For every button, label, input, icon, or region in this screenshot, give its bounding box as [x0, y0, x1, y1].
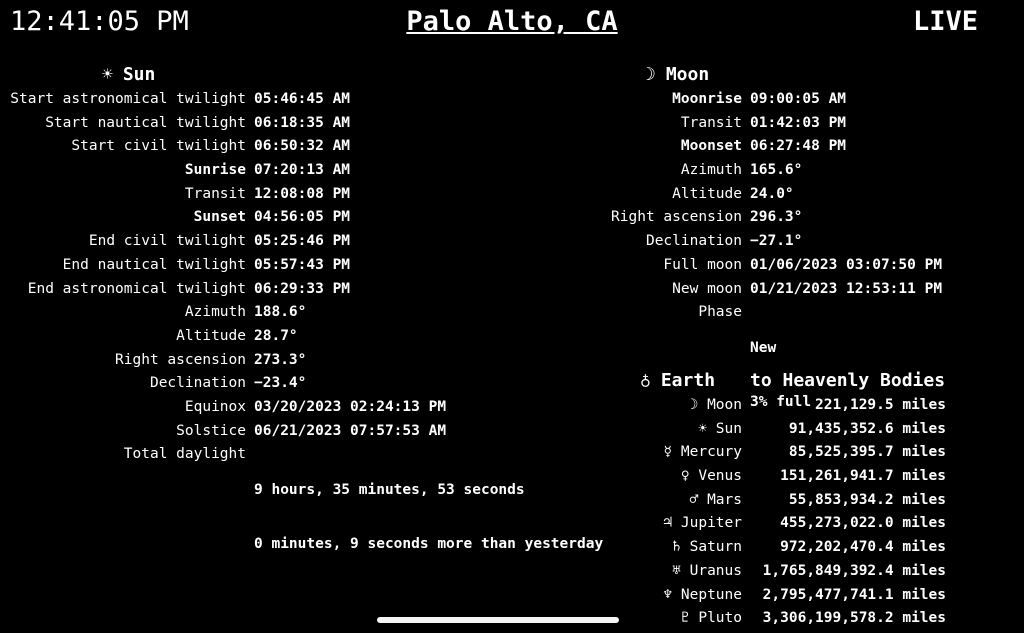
- moon-row-label: Declination: [645, 233, 742, 250]
- body-label: ♆ Neptune: [0, 586, 750, 604]
- moon-table: Moonrise 09:00:05 AM Transit 01:42:03 PM M…: [0, 90, 942, 447]
- body-label: ♃ Jupiter: [0, 514, 750, 532]
- moon-row-value: 296.3°: [750, 209, 803, 226]
- jupiter-symbol-icon: ♃: [663, 515, 673, 532]
- moon-row: New moon 01/21/2023 12:53:11 PM: [0, 280, 942, 304]
- moon-row-value: 165.6°: [750, 162, 803, 179]
- body-name: Uranus: [689, 562, 742, 579]
- moon-title: Moon: [665, 64, 710, 85]
- moon-row-label: Right ascension: [611, 209, 742, 226]
- body-distance: 972,202,470.4 miles: [780, 539, 946, 556]
- moon-heading: ☽ Moon: [645, 63, 709, 87]
- mercury-symbol-icon: ☿: [663, 444, 673, 461]
- distance-row: ♅ Uranus 1,765,849,392.4 miles: [0, 562, 946, 586]
- moon-icon: ☽: [645, 64, 656, 85]
- body-distance: 455,273,022.0 miles: [780, 515, 946, 532]
- moon-row-label: Azimuth: [680, 162, 742, 179]
- body-label: ♀ Venus: [0, 467, 750, 485]
- distance-row: ☽ Moon 221,129.5 miles: [0, 396, 946, 420]
- uranus-symbol-icon: ♅: [672, 562, 681, 579]
- moon-row-value: 06:27:48 PM: [750, 138, 847, 155]
- earth-heading: ♁ Earth: [640, 369, 715, 393]
- moon-row: Moonset 06:27:48 PM: [0, 137, 942, 161]
- moon-row: Transit 01:42:03 PM: [0, 114, 942, 138]
- sun-icon: ☀: [102, 64, 113, 85]
- moon-row-value: −27.1°: [750, 233, 803, 250]
- phase-label: Phase: [698, 304, 742, 321]
- moon-row-value: 01/21/2023 12:53:11 PM: [750, 280, 943, 297]
- body-distance: 1,765,849,392.4 miles: [762, 562, 946, 579]
- distance-row: ☿ Mercury 85,525,395.7 miles: [0, 443, 946, 467]
- moon-row-value: 01:42:03 PM: [750, 114, 847, 131]
- body-label: ☽ Moon: [0, 396, 750, 414]
- body-distance: 85,525,395.7 miles: [788, 444, 946, 461]
- body-distance: 55,853,934.2 miles: [788, 491, 946, 508]
- body-name: Sun: [715, 420, 742, 437]
- distance-row: ♆ Neptune 2,795,477,741.1 miles: [0, 586, 946, 610]
- body-distance: 91,435,352.6 miles: [788, 420, 946, 437]
- venus-symbol-icon: ♀: [680, 468, 690, 485]
- body-label: ♅ Uranus: [0, 562, 750, 580]
- moon-row-value: 24.0°: [750, 185, 794, 202]
- location-title[interactable]: Palo Alto, CA: [0, 4, 1024, 40]
- body-name: Mercury: [680, 444, 742, 461]
- sun-heading: ☀ Sun: [102, 63, 155, 87]
- body-distance: 2,795,477,741.1 miles: [762, 586, 946, 603]
- moon-row-label: Altitude: [672, 185, 742, 202]
- live-status: LIVE: [912, 6, 978, 37]
- body-name: Mars: [707, 491, 742, 508]
- moon-symbol-icon: ☽: [689, 397, 699, 413]
- distance-table: ☽ Moon 221,129.5 miles ☀ Sun 91,435,352.6 …: [0, 396, 946, 633]
- moon-row: Altitude 24.0°: [0, 185, 942, 209]
- moon-row-label: Transit: [680, 114, 742, 131]
- moon-row: Azimuth 165.6°: [0, 161, 942, 185]
- sun-symbol-icon: ☀: [698, 420, 708, 437]
- body-name: Jupiter: [680, 515, 742, 532]
- saturn-symbol-icon: ♄: [672, 539, 681, 556]
- body-name: Moon: [707, 397, 742, 413]
- body-label: ☀ Sun: [0, 420, 750, 438]
- distance-row: ♄ Saturn 972,202,470.4 miles: [0, 538, 946, 562]
- pluto-symbol-icon: ♇: [680, 610, 690, 627]
- body-name: Venus: [698, 468, 742, 485]
- distance-row: ☀ Sun 91,435,352.6 miles: [0, 420, 946, 444]
- moon-row: Right ascension 296.3°: [0, 208, 942, 232]
- moon-row-value: 01/06/2023 03:07:50 PM: [750, 256, 943, 273]
- body-label: ♄ Saturn: [0, 538, 750, 556]
- moon-row: Full moon 01/06/2023 03:07:50 PM: [0, 256, 942, 280]
- earth-subtitle: to Heavenly Bodies: [750, 370, 946, 391]
- location-name[interactable]: Palo Alto, CA: [406, 6, 617, 37]
- home-indicator[interactable]: [377, 617, 619, 623]
- mars-symbol-icon: ♂: [689, 491, 699, 508]
- moon-row: Moonrise 09:00:05 AM: [0, 90, 942, 114]
- neptune-symbol-icon: ♆: [663, 586, 673, 603]
- earth-title: Earth: [660, 370, 716, 391]
- body-distance: 151,261,941.7 miles: [780, 468, 946, 485]
- moon-row: Declination −27.1°: [0, 232, 942, 256]
- earth-icon: ♁: [640, 370, 651, 391]
- moon-row-label: Moonrise: [672, 91, 742, 107]
- body-distance: 3,306,199,578.2 miles: [762, 610, 946, 627]
- moon-row-label: Full moon: [663, 256, 742, 273]
- phase-name: New: [750, 340, 777, 357]
- distance-row: ♃ Jupiter 455,273,022.0 miles: [0, 514, 946, 538]
- body-name: Pluto: [698, 610, 742, 627]
- body-name: Neptune: [680, 586, 742, 603]
- distance-row: ♂ Mars 55,853,934.2 miles: [0, 491, 946, 515]
- moon-row-value: 09:00:05 AM: [750, 91, 847, 107]
- moon-row-label: New moon: [672, 280, 742, 297]
- distance-row: ♀ Venus 151,261,941.7 miles: [0, 467, 946, 491]
- body-label: ☿ Mercury: [0, 443, 750, 461]
- moon-row-label: Moonset: [680, 138, 742, 155]
- body-name: Saturn: [689, 539, 742, 556]
- sun-title: Sun: [122, 64, 156, 85]
- body-distance: 221,129.5 miles: [815, 397, 946, 413]
- body-label: ♂ Mars: [0, 491, 750, 509]
- body-label: ♇ Pluto: [0, 609, 750, 627]
